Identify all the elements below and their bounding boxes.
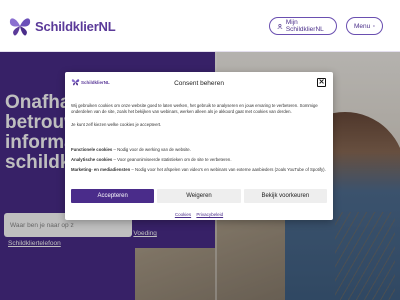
close-icon[interactable]: ✕ (317, 78, 326, 87)
marketing-cookies-desc: – Nodig voor het afspelen van video's en… (130, 167, 326, 172)
privacy-policy-link[interactable]: Privacybeleid (196, 212, 223, 217)
consent-buttons: Accepteren Weigeren Bekijk voorkeuren (71, 189, 327, 203)
accept-button[interactable]: Accepteren (71, 189, 155, 203)
menu-button-label: Menu (354, 22, 371, 30)
cookies-link[interactable]: Cookies (175, 212, 191, 217)
consent-links: Cookies Privacybeleid (65, 212, 333, 217)
consent-note: Je kunt zelf kiezen welke cookies je acc… (71, 122, 162, 127)
functional-cookies-label: Functionele cookies (71, 147, 113, 152)
functional-cookies-text: Functionele cookies – Nodig voor de werk… (71, 147, 327, 153)
preferences-button[interactable]: Bekijk voorkeuren (243, 189, 327, 203)
butterfly-logo-icon (9, 18, 31, 36)
consent-title: Consent beheren (174, 80, 224, 87)
analytic-cookies-desc: – Voor geanonimiseerde statistieken om d… (112, 157, 232, 162)
site-header: SchildklierNL Mijn SchildklierNL Menu (0, 0, 400, 52)
marketing-cookies-text: Marketing- en mediadiensten – Nodig voor… (71, 167, 327, 173)
account-button-label: Mijn SchildklierNL (285, 19, 324, 33)
brand-name: SchildklierNL (35, 18, 116, 34)
hamburger-icon (373, 25, 375, 27)
account-button[interactable]: Mijn SchildklierNL (269, 17, 337, 35)
analytic-cookies-label: Analytische cookies (71, 157, 113, 162)
cookie-consent-dialog: SchildklierNL Consent beheren ✕ Wij gebr… (65, 72, 333, 220)
site-logo[interactable]: SchildklierNL (8, 15, 116, 37)
consent-intro: Wij gebruiken cookies om onze website go… (71, 103, 318, 114)
marketing-cookies-label: Marketing- en mediadiensten (71, 167, 131, 172)
user-icon (277, 23, 283, 29)
analytic-cookies-text: Analytische cookies – Voor geanonimiseer… (71, 157, 327, 163)
menu-button[interactable]: Menu (346, 17, 383, 35)
deny-button[interactable]: Weigeren (157, 189, 241, 203)
functional-cookies-desc: – Nodig voor de werking van de website. (112, 147, 191, 152)
